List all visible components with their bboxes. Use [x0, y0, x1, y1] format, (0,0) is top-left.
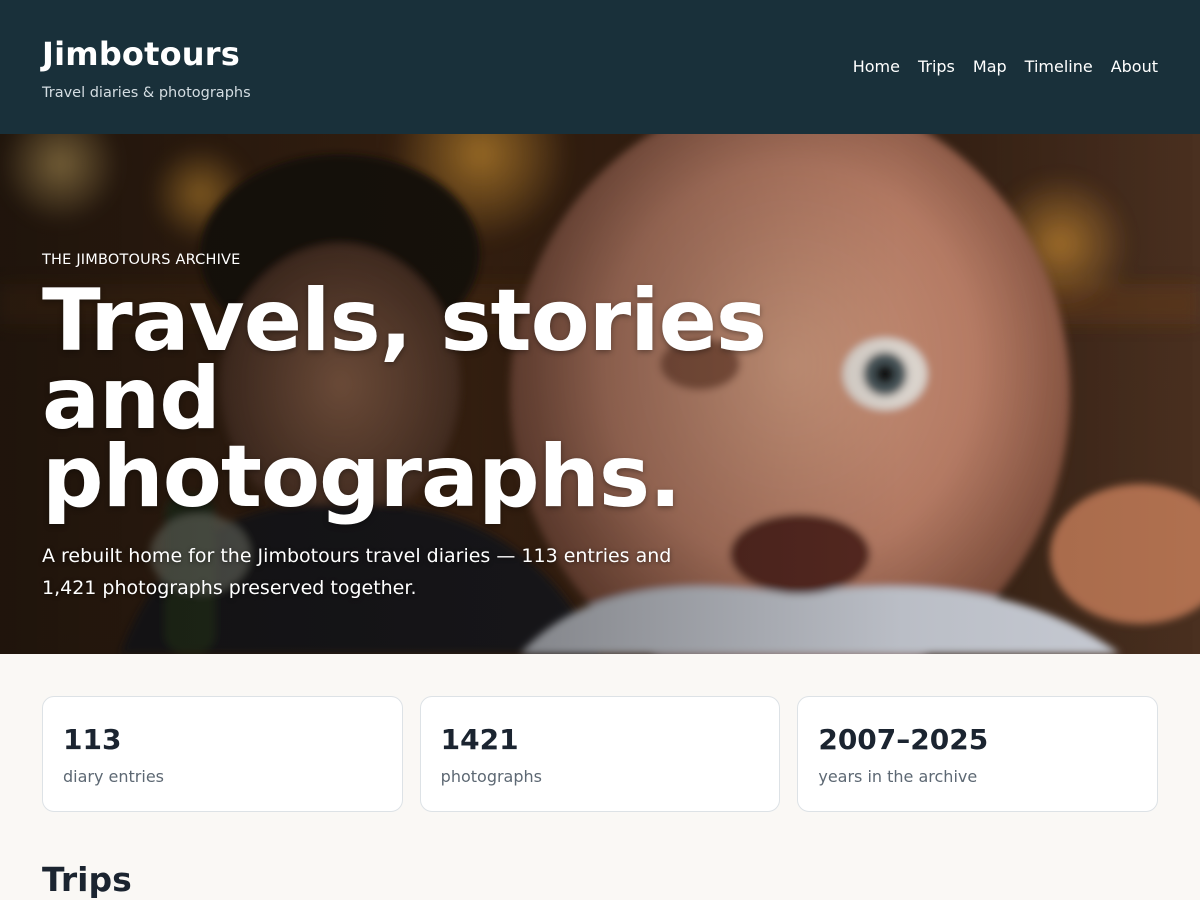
stat-label: photographs [440, 767, 542, 786]
stat-card-entries: 113 diary entries [42, 696, 403, 812]
stat-value: 2007–2025 [818, 723, 989, 756]
stat-label: years in the archive [818, 767, 978, 786]
hero-content: THE JIMBOTOURS ARCHIVE Travels, stories … [42, 250, 822, 604]
nav-trips[interactable]: Trips [918, 56, 955, 78]
nav-about[interactable]: About [1111, 56, 1158, 78]
nav-home[interactable]: Home [853, 56, 900, 78]
site-title-link[interactable]: Jimbotours [42, 34, 251, 74]
stat-value: 113 [63, 723, 122, 756]
nav-map[interactable]: Map [973, 56, 1007, 78]
hero-eyebrow: THE JIMBOTOURS ARCHIVE [42, 252, 241, 268]
hero-title: Travels, stories and photographs. [42, 278, 822, 527]
site-tagline: Travel diaries & photographs [42, 85, 251, 101]
site-header: Jimbotours Travel diaries & photographs … [0, 0, 1200, 134]
hero-description: A rebuilt home for the Jimbotours travel… [42, 545, 672, 599]
site-title: Jimbotours [42, 35, 240, 73]
stat-card-years: 2007–2025 years in the archive [797, 696, 1159, 812]
stat-card-photographs: 1421 photographs [419, 696, 781, 812]
nav-timeline[interactable]: Timeline [1025, 56, 1093, 78]
stats-row: 113 diary entries 1421 photographs 2007–… [42, 696, 1159, 812]
hero-title-line-2: and photographs. [42, 349, 682, 527]
hero: THE JIMBOTOURS ARCHIVE Travels, stories … [0, 134, 1200, 654]
trips-section-title: Trips [42, 860, 132, 899]
stat-value: 1421 [440, 723, 519, 756]
brand: Jimbotours Travel diaries & photographs [42, 34, 251, 102]
main-nav: Home Trips Map Timeline About [853, 56, 1158, 78]
stat-label: diary entries [63, 767, 164, 786]
